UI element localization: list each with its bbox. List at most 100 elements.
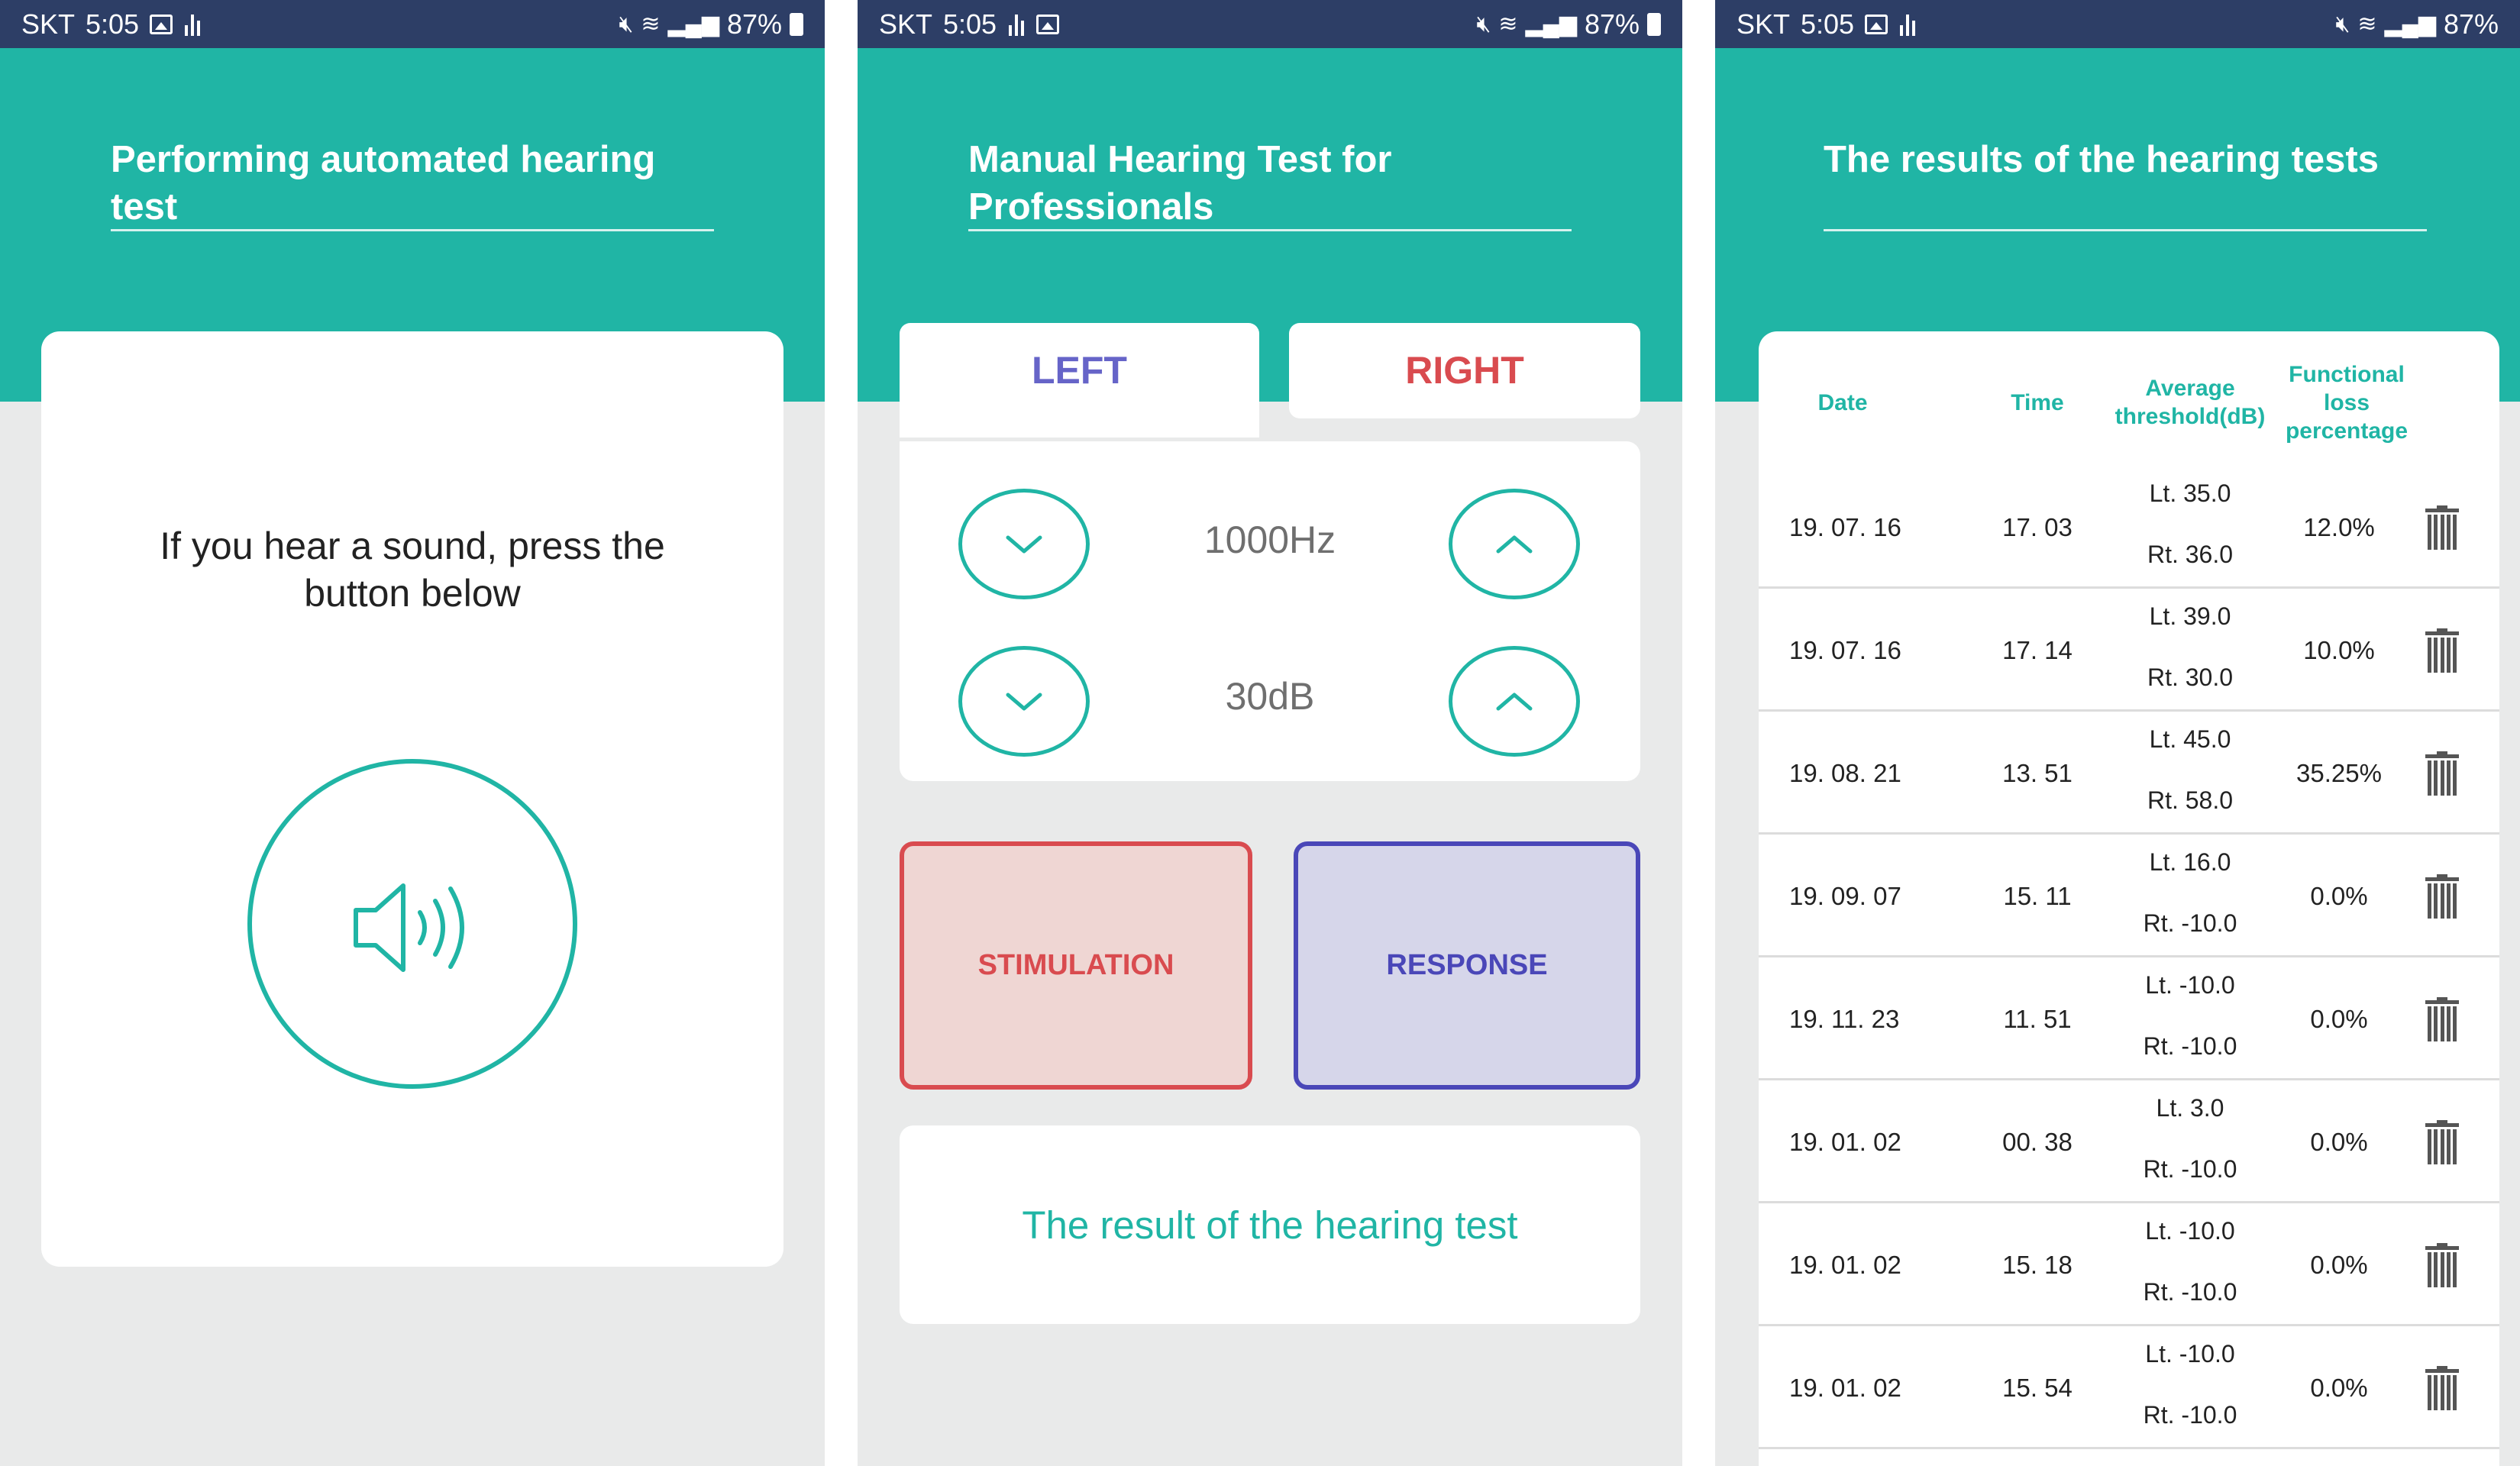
row-right-threshold: Rt. -10.0 — [2143, 909, 2237, 937]
tab-right-ear[interactable]: RIGHT — [1289, 323, 1640, 418]
trash-icon — [2425, 1365, 2459, 1410]
column-header-loss-line-1: Functional — [2289, 361, 2405, 387]
trash-icon — [2425, 628, 2459, 673]
delete-row-button[interactable] — [2419, 1326, 2465, 1449]
delete-row-button[interactable] — [2419, 1203, 2465, 1326]
wifi-icon: ≋ — [641, 11, 661, 37]
delete-row-button[interactable] — [2419, 712, 2465, 835]
speaker-sound-icon — [354, 883, 464, 972]
status-time: 5:05 — [86, 8, 140, 40]
sound-heard-button[interactable] — [247, 759, 577, 1089]
row-functional-loss: 35.25% — [2296, 758, 2382, 787]
row-date: 19. 01. 02 — [1789, 1250, 1901, 1279]
frequency-up-button[interactable] — [1449, 489, 1580, 599]
table-row: 19. 01. 02 15. 18 Lt. -10.0 Rt. -10.0 0.0% — [1759, 1203, 2499, 1326]
column-header-loss-line-3: percentage — [2285, 418, 2409, 444]
page-title: Manual Hearing Test for Professionals — [968, 136, 1572, 231]
table-row: 19. 01. 02 00. 38 Lt. 3.0 Rt. -10.0 0.0% — [1759, 1080, 2499, 1203]
row-right-threshold: Rt. -10.0 — [2143, 1032, 2237, 1060]
delete-row-button[interactable] — [2419, 957, 2465, 1080]
row-time: 00. 38 — [2002, 1127, 2073, 1156]
signal-icon: ▂▄▆ — [667, 11, 719, 37]
status-time: 5:05 — [943, 8, 997, 40]
table-row: 19. 09. 07 15. 11 Lt. 16.0 Rt. -10.0 0.0% — [1759, 835, 2499, 957]
chevron-up-icon — [1496, 693, 1533, 710]
row-functional-loss: 0.0% — [2310, 1004, 2368, 1033]
title-underline — [111, 229, 714, 231]
delete-row-button[interactable] — [2419, 466, 2465, 589]
trash-icon — [2425, 1119, 2459, 1164]
status-bar: SKT 5:05 🔇︎ ≋ ▂▄▆ 87% — [858, 0, 1682, 48]
table-row: 19. 01. 02 15. 54 Lt. -10.0 Rt. -10.0 0.0% — [1759, 1326, 2499, 1449]
delete-row-button[interactable] — [2419, 589, 2465, 712]
carrier-label: SKT — [879, 8, 933, 40]
gallery-notification-icon — [1036, 14, 1060, 34]
row-date: 19. 08. 21 — [1789, 758, 1901, 787]
mute-icon: 🔇︎ — [2335, 11, 2350, 37]
equalizer-notification-icon — [1898, 13, 1917, 36]
column-header-average-threshold: Average threshold(dB) — [2110, 353, 2270, 452]
signal-icon: ▂▄▆ — [1525, 11, 1577, 37]
battery-percent: 87% — [726, 8, 782, 40]
hearing-test-result-button[interactable]: The result of the hearing test — [900, 1125, 1640, 1324]
trash-icon — [2425, 996, 2459, 1041]
chevron-down-icon — [1006, 693, 1042, 710]
table-row: 19. 11. 23 11. 51 Lt. -10.0 Rt. -10.0 0.0% — [1759, 957, 2499, 1080]
chevron-up-icon — [1496, 535, 1533, 553]
test-card: If you hear a sound, press the button be… — [41, 331, 783, 1267]
row-left-threshold: Lt. 45.0 — [2149, 725, 2231, 753]
status-bar: SKT 5:05 🔇︎ ≋ ▂▄▆ 87% — [1715, 0, 2520, 48]
row-right-threshold: Rt. 30.0 — [2147, 664, 2234, 691]
row-time: 17. 14 — [2002, 635, 2073, 664]
frequency-down-button[interactable] — [958, 489, 1090, 599]
table-row: 19. 07. 16 17. 03 Lt. 35.0 Rt. 36.0 12.0% — [1759, 466, 2499, 589]
carrier-label: SKT — [1737, 8, 1791, 40]
battery-percent: 87% — [2443, 8, 2499, 40]
signal-icon: ▂▄▆ — [2384, 11, 2436, 37]
row-left-threshold: Lt. -10.0 — [2145, 1340, 2235, 1368]
row-functional-loss: 0.0% — [2310, 1373, 2368, 1402]
title-underline — [1824, 229, 2427, 231]
delete-row-button[interactable] — [2419, 835, 2465, 957]
row-functional-loss: 12.0% — [2303, 512, 2375, 541]
row-date: 19. 09. 07 — [1789, 881, 1901, 910]
row-date: 19. 11. 23 — [1789, 1004, 1900, 1033]
row-time: 15. 54 — [2002, 1373, 2073, 1402]
row-right-threshold: Rt. -10.0 — [2143, 1401, 2237, 1429]
wifi-icon: ≋ — [2357, 11, 2377, 37]
response-button[interactable]: RESPONSE — [1294, 841, 1640, 1090]
level-down-button[interactable] — [958, 646, 1090, 757]
trash-icon — [2425, 1242, 2459, 1287]
automated-test-screen: SKT 5:05 🔇︎ ≋ ▂▄▆ 87% Performing automat… — [0, 0, 825, 1466]
trash-icon — [2425, 505, 2459, 550]
row-date: 19. 07. 16 — [1789, 635, 1901, 664]
row-left-threshold: Lt. -10.0 — [2145, 1217, 2235, 1245]
frequency-value: 1000Hz — [1203, 518, 1336, 561]
stimulation-button[interactable]: STIMULATION — [900, 841, 1252, 1090]
delete-row-button[interactable] — [2419, 1080, 2465, 1203]
manual-test-screen: SKT 5:05 🔇︎ ≋ ▂▄▆ 87% Manual Hearing Tes… — [858, 0, 1682, 1466]
gallery-notification-icon — [1865, 14, 1888, 34]
row-left-threshold: Lt. 3.0 — [2156, 1094, 2224, 1122]
wifi-icon: ≋ — [1498, 11, 1518, 37]
table-row: 19. 08. 21 13. 51 Lt. 45.0 Rt. 58.0 35.25% — [1759, 712, 2499, 835]
column-header-date: Date — [1817, 389, 1868, 415]
row-time: 15. 18 — [2002, 1250, 2073, 1279]
row-left-threshold: Lt. 16.0 — [2149, 848, 2231, 876]
row-right-threshold: Rt. 58.0 — [2147, 786, 2234, 814]
level-up-button[interactable] — [1449, 646, 1580, 757]
row-time: 11. 51 — [2003, 1004, 2072, 1033]
battery-icon — [1647, 12, 1661, 36]
results-table: Date Time Average threshold(dB) Function… — [1759, 331, 2499, 1466]
row-left-threshold: Lt. -10.0 — [2145, 971, 2235, 999]
row-functional-loss: 0.0% — [2310, 881, 2368, 910]
row-time: 15. 11 — [2003, 881, 2072, 910]
row-right-threshold: Rt. -10.0 — [2143, 1155, 2237, 1183]
tab-left-ear[interactable]: LEFT — [900, 323, 1259, 438]
row-left-threshold: Lt. 39.0 — [2149, 602, 2231, 630]
row-functional-loss: 10.0% — [2303, 635, 2375, 664]
trash-icon — [2425, 751, 2459, 796]
column-header-average-line-1: Average — [2145, 376, 2235, 401]
row-date: 19. 07. 16 — [1789, 512, 1901, 541]
battery-percent: 87% — [1584, 8, 1640, 40]
